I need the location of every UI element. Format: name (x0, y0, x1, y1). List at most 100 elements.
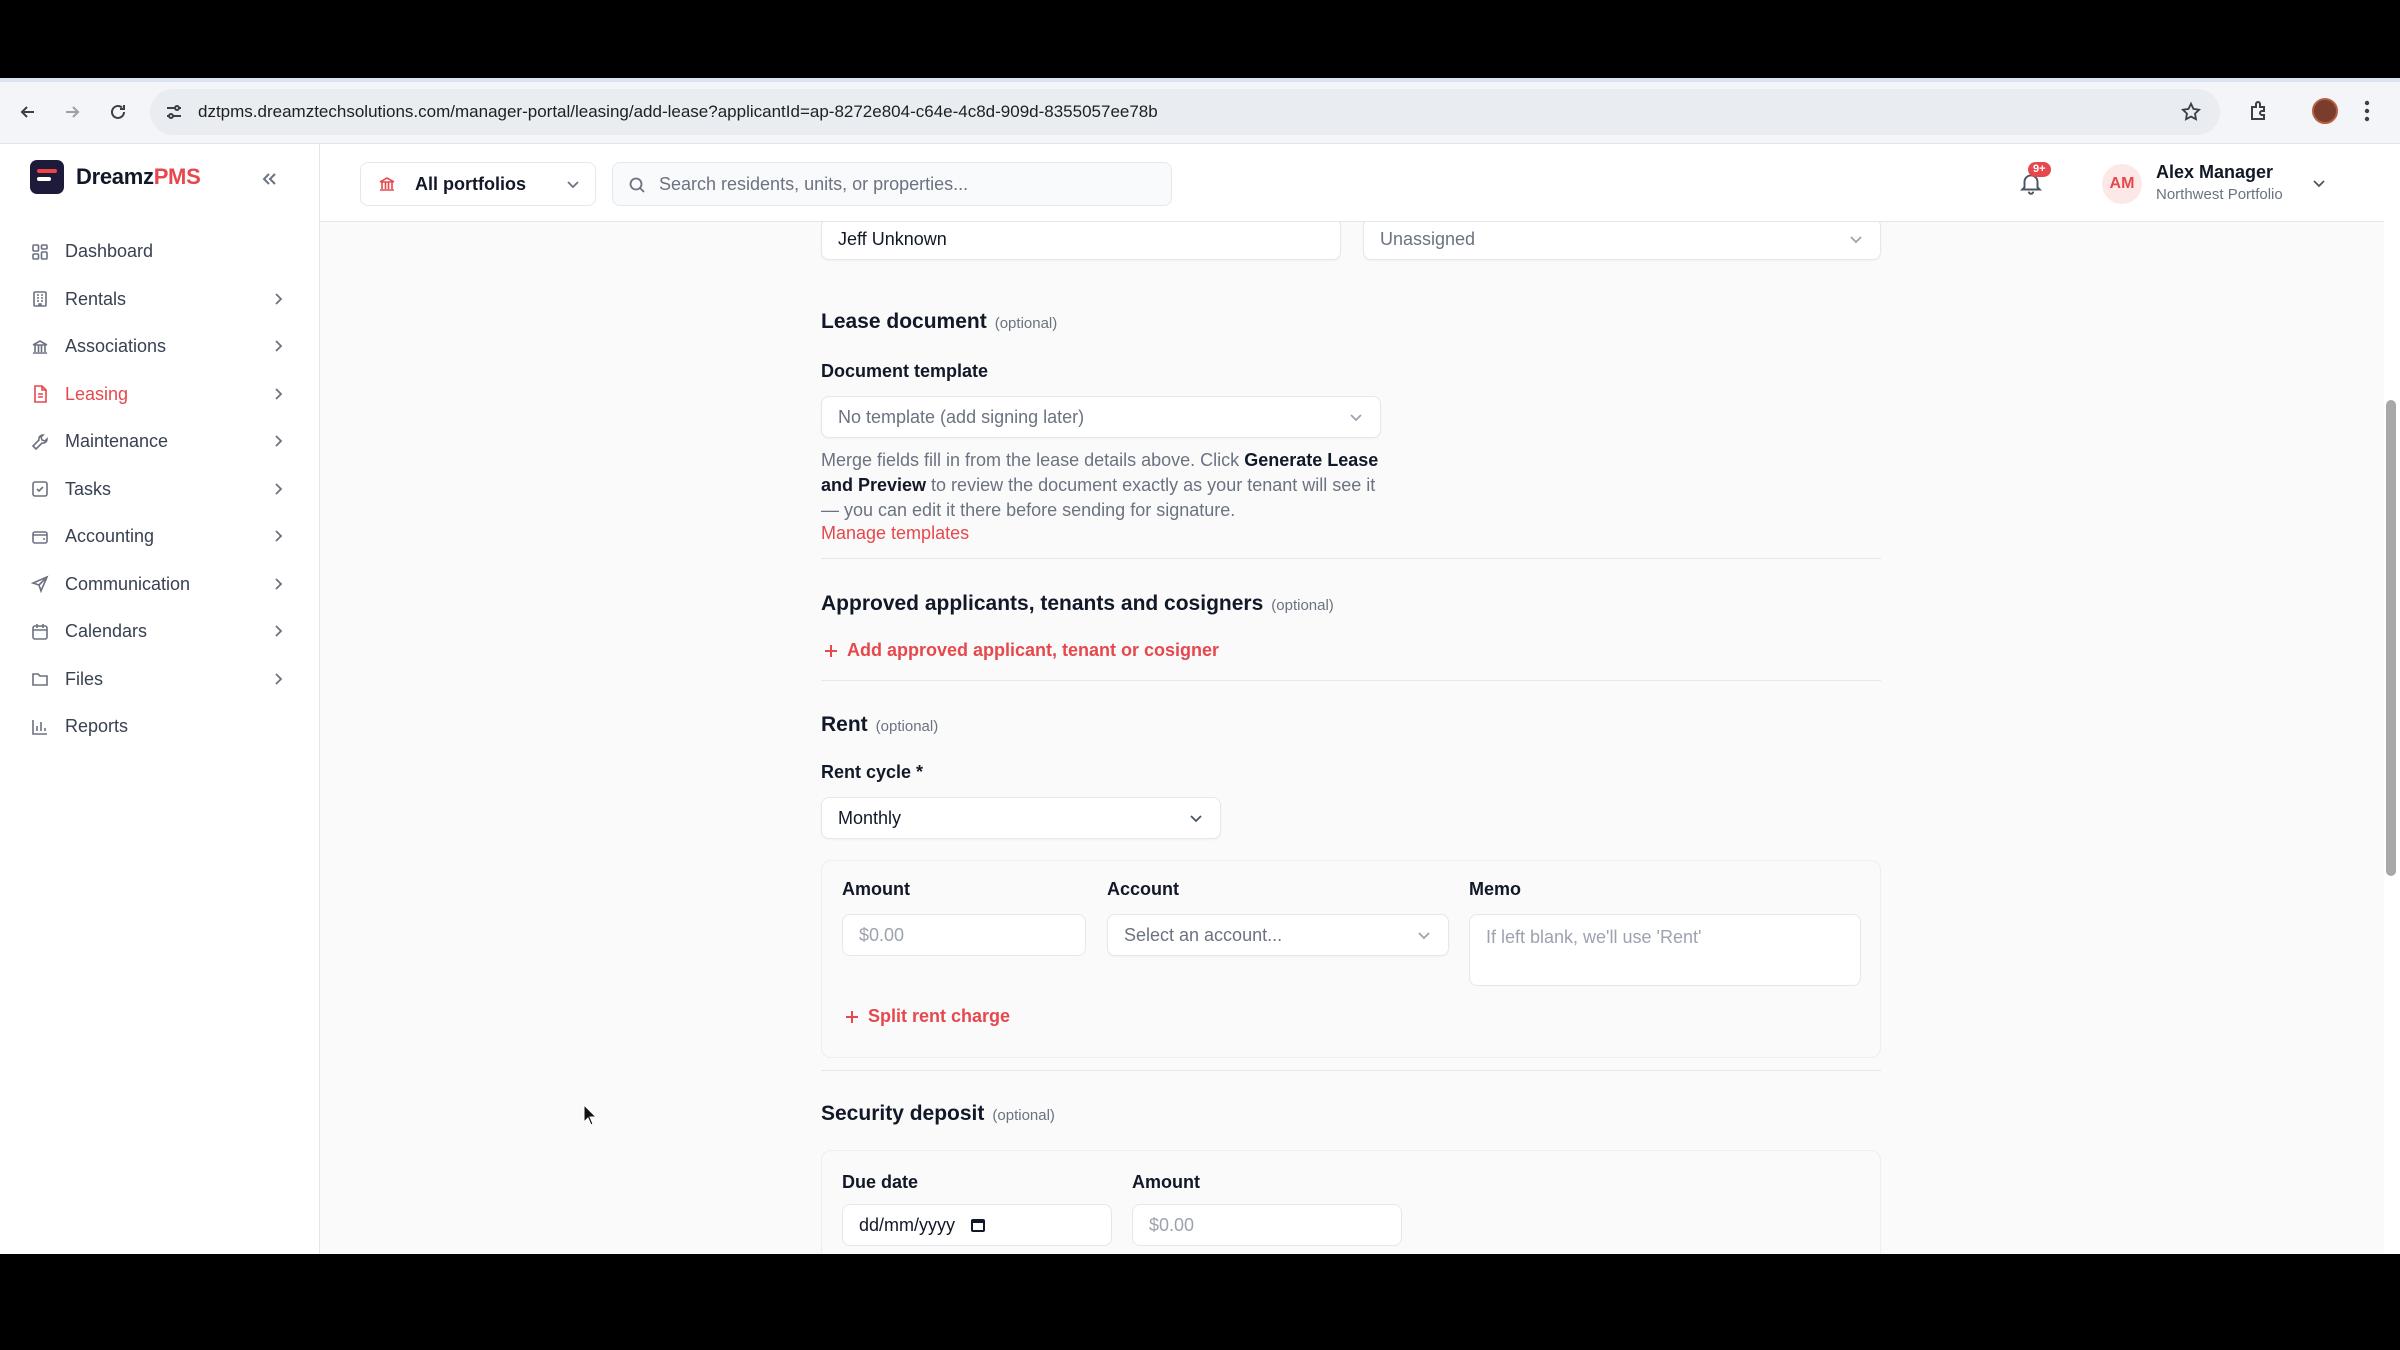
document-template-select[interactable]: No template (add signing later) (821, 396, 1381, 438)
top-bar: All portfolios 9+ AM Alex Manager Northw… (320, 144, 2384, 222)
sidebar-item-tasks[interactable]: Tasks (0, 466, 320, 514)
calendar-icon (32, 623, 48, 640)
browser-profile-avatar[interactable] (2312, 98, 2338, 124)
rent-account-placeholder: Select an account... (1124, 924, 1283, 945)
building-icon (33, 291, 47, 308)
browser-menu-icon[interactable] (2362, 98, 2372, 124)
portfolio-label: All portfolios (415, 173, 526, 194)
chevron-down-icon[interactable] (2310, 174, 2328, 192)
chevron-right-icon (275, 672, 283, 685)
sidebar-item-label: Maintenance (65, 431, 169, 452)
chevron-right-icon (275, 292, 283, 305)
add-lease-form: Jeff Unknown Unassigned Lease document (o… (320, 222, 2384, 1254)
sidebar-item-leasing[interactable]: Leasing (0, 371, 320, 419)
tenant-name-value: Jeff Unknown (838, 228, 947, 249)
rent-memo-input[interactable] (1469, 914, 1861, 986)
manage-templates-link[interactable]: Manage templates (821, 523, 969, 544)
chevron-down-icon (1850, 236, 1862, 244)
bank-icon (379, 177, 395, 191)
sidebar-item-label: Files (65, 668, 104, 689)
deposit-amount-input[interactable] (1132, 1204, 1402, 1246)
document-template-value: No template (add signing later) (838, 406, 1085, 427)
section-divider (821, 558, 1881, 559)
back-icon[interactable] (8, 92, 48, 132)
global-search[interactable] (612, 162, 1172, 206)
sidebar-item-label: Associations (65, 336, 167, 357)
rent-amount-input[interactable] (842, 914, 1086, 956)
chevron-down-icon (567, 181, 579, 189)
rent-account-label: Account (1107, 879, 1179, 899)
rent-memo-label: Memo (1469, 879, 1522, 899)
chevron-right-icon (275, 625, 283, 637)
plus-icon (825, 644, 837, 657)
sidebar-item-files[interactable]: Files (0, 656, 320, 704)
sidebar: DreamzPMS Dashboard Rentals Associations (0, 144, 320, 1254)
security-deposit-heading: Security deposit (optional) (821, 1102, 1055, 1125)
extensions-icon[interactable] (2248, 99, 2272, 123)
sidebar-item-label: Communication (65, 573, 191, 594)
bar-chart-icon (32, 719, 47, 735)
portfolio-selector[interactable]: All portfolios (360, 162, 596, 206)
plus-icon (846, 1010, 858, 1023)
sidebar-nav: Dashboard Rentals Associations Leasing M… (0, 228, 320, 751)
user-name[interactable]: Alex Manager (2156, 162, 2273, 183)
brand-name: DreamzPMS (76, 164, 201, 189)
app-root: DreamzPMS Dashboard Rentals Associations (0, 144, 2400, 1254)
sidebar-item-communication[interactable]: Communication (0, 561, 320, 609)
add-applicant-button[interactable]: Add approved applicant, tenant or cosign… (823, 640, 1219, 661)
sidebar-item-accounting[interactable]: Accounting (0, 513, 320, 561)
sidebar-item-reports[interactable]: Reports (0, 703, 320, 751)
wrench-icon (31, 433, 48, 450)
chevron-right-icon (275, 340, 283, 352)
sidebar-item-maintenance[interactable]: Maintenance (0, 418, 320, 466)
document-template-label: Document template (821, 361, 989, 381)
user-avatar[interactable]: AM (2102, 164, 2142, 204)
scrollbar-thumb[interactable] (2386, 400, 2396, 876)
sidebar-item-calendars[interactable]: Calendars (0, 608, 320, 656)
sidebar-item-dashboard[interactable]: Dashboard (0, 228, 320, 276)
chevron-down-icon (1350, 414, 1362, 422)
bank-icon (32, 339, 48, 354)
chevron-right-icon (275, 530, 283, 542)
bookmark-star-icon[interactable] (2180, 101, 2202, 123)
checkbox-icon (32, 481, 48, 498)
brand-logo[interactable]: DreamzPMS (30, 160, 201, 194)
section-divider (821, 1070, 1881, 1071)
deposit-amount-label: Amount (1132, 1172, 1200, 1192)
sidebar-item-rentals[interactable]: Rentals (0, 276, 320, 324)
forward-icon[interactable] (52, 92, 92, 132)
sidebar-item-associations[interactable]: Associations (0, 323, 320, 371)
calendar-icon[interactable] (969, 1216, 987, 1234)
notification-badge: 9+ (2028, 162, 2051, 177)
site-settings-icon[interactable] (164, 102, 184, 122)
chevron-down-icon (1190, 815, 1202, 823)
rent-cycle-value: Monthly (838, 807, 902, 828)
chevron-right-icon (275, 482, 283, 495)
logo-mark-icon (30, 160, 64, 194)
rent-cycle-select[interactable]: Monthly (821, 797, 1221, 839)
search-input[interactable] (659, 163, 1159, 205)
chevron-right-icon (275, 387, 283, 400)
send-icon (30, 575, 49, 594)
sidebar-item-label: Dashboard (65, 241, 154, 262)
rent-account-select[interactable]: Select an account... (1107, 914, 1449, 956)
lease-document-heading: Lease document (optional) (821, 310, 1058, 333)
address-bar[interactable]: dztpms.dreamztechsolutions.com/manager-p… (150, 89, 2220, 135)
assignee-select[interactable]: Unassigned (1363, 222, 1881, 260)
due-date-placeholder: dd/mm/yyyy (859, 1214, 956, 1235)
reload-icon[interactable] (98, 92, 138, 132)
search-icon (629, 177, 645, 193)
sidebar-item-label: Rentals (65, 288, 127, 309)
due-date-input[interactable]: dd/mm/yyyy (842, 1204, 1112, 1246)
sidebar-item-label: Accounting (65, 526, 155, 547)
assignee-value: Unassigned (1380, 228, 1476, 249)
split-rent-charge-button[interactable]: Split rent charge (844, 1006, 1010, 1027)
url-text[interactable]: dztpms.dreamztechsolutions.com/manager-p… (198, 102, 1158, 122)
rent-cycle-label: Rent cycle * (821, 762, 924, 782)
document-icon (34, 385, 47, 404)
folder-icon (32, 673, 48, 687)
collapse-sidebar-icon[interactable] (258, 168, 280, 190)
user-portfolio: Northwest Portfolio (2156, 186, 2283, 203)
chevron-right-icon (275, 435, 283, 447)
tenant-name-field[interactable]: Jeff Unknown (821, 222, 1341, 260)
